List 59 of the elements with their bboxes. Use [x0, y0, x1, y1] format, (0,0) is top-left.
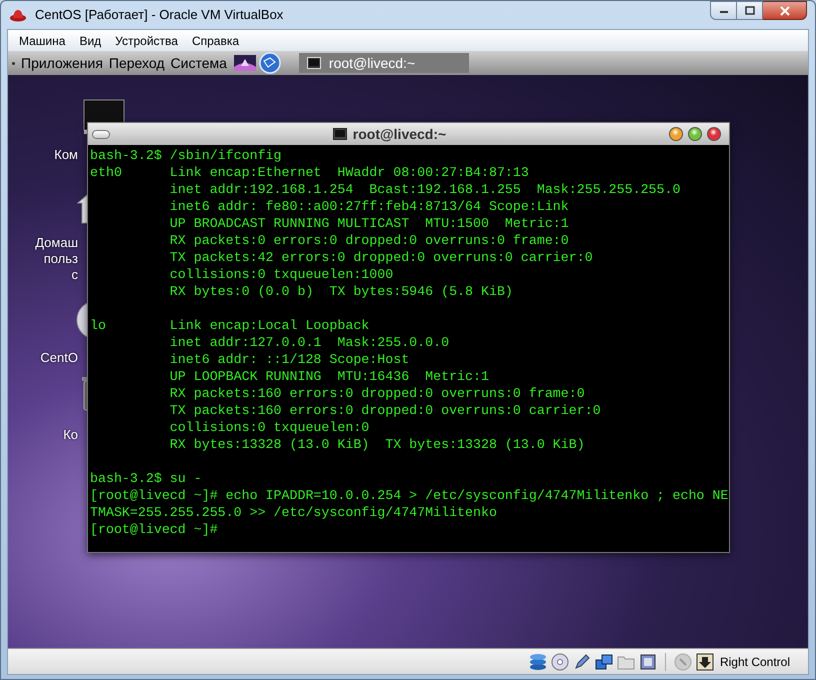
icon-label: Ком — [54, 147, 78, 163]
terminal-line: RX bytes:0 (0.0 b) TX bytes:5946 (5.8 KiB) — [168, 283, 514, 300]
icon-label: польз — [44, 251, 78, 267]
terminal-line: [root@livecd ~]# — [90, 521, 219, 538]
menu-item[interactable]: Вид — [72, 32, 108, 50]
terminal-line: TX packets:42 errors:0 dropped:0 overruns:0 carrier:0 — [168, 249, 594, 266]
globe-icon[interactable] — [258, 52, 281, 74]
terminal-line: RX bytes:13328 (13.0 KiB) TX bytes:13328 (13.0 KiB) — [168, 436, 586, 453]
hat-icon — [9, 7, 27, 23]
maximize-button[interactable] — [688, 127, 702, 141]
hard-disk-icon — [528, 652, 547, 670]
terminal-line: eth0 Link encap:Ethernet HWaddr 08:00:27:B4:87:13 — [90, 164, 530, 181]
panel-menu[interactable]: Приложения — [21, 52, 103, 74]
arrow-down-icon — [696, 652, 714, 670]
icon-label: Домаш — [35, 235, 78, 251]
maximize-icon — [744, 6, 754, 15]
terminal-icon — [332, 128, 347, 140]
panel-menu[interactable]: Переход — [108, 52, 165, 74]
terminal-line: inet addr:127.0.0.1 Mask:255.0.0.0 — [168, 334, 450, 351]
terminal-line: TMASK=255.255.255.0 >> /etc/sysconfig/4747Militenko — [90, 504, 498, 521]
icon-label: CentO — [40, 350, 78, 366]
desktop-picture-icon[interactable] — [232, 53, 257, 73]
minimize-button[interactable] — [710, 1, 737, 20]
terminal-line: TX packets:160 errors:0 dropped:0 overruns:0 carrier:0 — [168, 402, 602, 419]
pen-icon — [572, 652, 591, 670]
taskbar-button[interactable]: root@livecd:~ — [298, 53, 469, 73]
panel-menu[interactable]: Система — [170, 52, 227, 74]
terminal-icon — [306, 57, 321, 69]
terminal-line: inet6 addr: fe80::a00:27ff:feb4:8713/64 Scope:Link — [168, 198, 570, 215]
terminal-line: [root@livecd ~]# echo IPADDR=10.0.0.254 > /etc/sysconfig/4747Militenko ; echo NE — [90, 487, 729, 504]
terminal-line: inet6 addr: ::1/128 Scope:Host — [168, 351, 410, 368]
window-title: CentOS [Работает] - Oracle VM VirtualBox — [35, 6, 284, 24]
icon-label: Ко — [63, 427, 78, 443]
icon-label: с — [72, 267, 78, 283]
chip-icon — [638, 652, 657, 670]
terminal-line: bash-3.2$ su - — [90, 470, 203, 487]
terminal-line: inet addr:192.168.1.254 Bcast:192.168.1.255 Mask:255.255.255.0 — [168, 181, 682, 198]
terminal-line: bash-3.2$ /sbin/ifconfig — [90, 147, 283, 164]
network-icon — [594, 652, 613, 670]
menu-item[interactable]: Устройства — [108, 32, 185, 50]
maximize-button[interactable] — [737, 1, 763, 20]
close-button[interactable] — [707, 127, 721, 141]
handle-icon — [12, 62, 15, 64]
terminal-line: UP BROADCAST RUNNING MULTICAST MTU:1500 Metric:1 — [168, 215, 570, 232]
menu-item[interactable]: Справка — [184, 32, 246, 50]
terminal-line: collisions:0 txqueuelen:1000 — [168, 266, 394, 283]
mouse-icon — [674, 652, 692, 670]
close-button[interactable] — [763, 1, 807, 20]
terminal-line: RX packets:0 errors:0 dropped:0 overruns:0 frame:0 — [168, 232, 570, 249]
menu-item[interactable]: Машина — [12, 32, 72, 50]
minimize-button[interactable] — [669, 127, 683, 141]
host-key-label: Right Control — [720, 654, 790, 670]
terminal-line: lo Link encap:Local Loopback — [90, 317, 370, 334]
shade-button[interactable] — [92, 130, 110, 138]
close-icon — [778, 6, 790, 16]
terminal-line: RX packets:160 errors:0 dropped:0 overruns:0 frame:0 — [168, 385, 586, 402]
terminal-title: root@livecd:~ — [352, 124, 446, 144]
terminal-line: UP LOOPBACK RUNNING MTU:16436 Metric:1 — [168, 368, 490, 385]
terminal-line: collisions:0 txqueuelen:0 — [168, 419, 370, 436]
